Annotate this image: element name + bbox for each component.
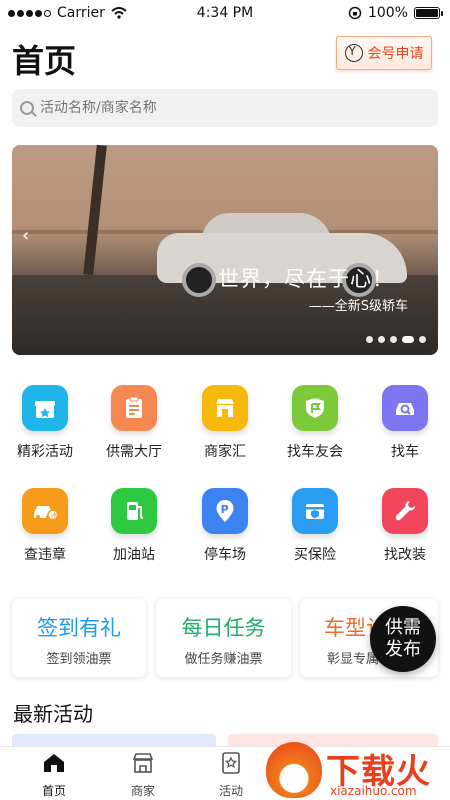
gift-box-icon (22, 385, 68, 431)
latest-activities-title: 最新活动 (13, 702, 93, 726)
task-card-title: 每日任务 (181, 616, 266, 640)
home-icon (44, 754, 64, 772)
parking-pin-icon: P (202, 488, 248, 534)
wrench-icon (382, 488, 428, 534)
page-title: 首页 (12, 42, 77, 80)
tab-activities[interactable]: 活动 (196, 751, 266, 799)
task-card-checkin[interactable]: 签到有礼 签到领油票 (12, 599, 146, 677)
banner-headline: 世界，尽在于心！ (218, 267, 394, 291)
pager-dot[interactable] (378, 336, 385, 343)
grid-label: 停车场 (204, 547, 246, 563)
status-bar: Carrier 4:34 PM 100% (0, 0, 450, 28)
grid-item-violations[interactable]: 违 查违章 (10, 488, 80, 578)
store-icon (132, 753, 154, 773)
chevron-left-icon[interactable]: ‹ (22, 225, 29, 246)
apply-club-button[interactable]: 会号申请 (336, 36, 432, 70)
banner-pager[interactable] (366, 336, 426, 343)
tab-home[interactable]: 首页 (19, 751, 89, 799)
grid-item-parking[interactable]: P 停车场 (190, 488, 260, 578)
tab-merchants[interactable]: 商家 (108, 751, 178, 799)
tab-label: 活动 (218, 784, 243, 798)
tab-label: 商家 (130, 784, 155, 798)
battery-percent: 100% (367, 5, 408, 21)
banner-car-wheel (182, 263, 216, 297)
grid-label: 商家汇 (204, 444, 246, 460)
search-bar[interactable] (12, 89, 438, 127)
pager-dot[interactable] (390, 336, 397, 343)
grid-item-merchants[interactable]: 商家汇 (190, 385, 260, 475)
tab-label: 首页 (41, 784, 66, 798)
insurance-icon (292, 488, 338, 534)
watermark-url: xiazaihuo.com (330, 784, 417, 798)
battery-icon (414, 7, 443, 19)
grid-item-modification[interactable]: 找改装 (370, 488, 440, 578)
rotation-lock-icon (348, 6, 362, 20)
grid-item-car-clubs[interactable]: 找车友会 (280, 385, 350, 475)
task-card-daily[interactable]: 每日任务 做任务赚油票 (156, 599, 291, 677)
mercedes-logo-icon (344, 44, 363, 62)
task-card-subtitle: 签到领油票 (46, 652, 112, 667)
grid-item-find-car[interactable]: 找车 (370, 385, 440, 475)
grid-label: 找车 (391, 444, 419, 460)
task-card-subtitle: 做任务赚油票 (184, 652, 263, 667)
battery-status: 100% (348, 5, 443, 21)
fuel-pump-icon (111, 488, 157, 534)
svg-text:违: 违 (51, 512, 58, 520)
grid-label: 供需大厅 (106, 444, 162, 460)
grid-item-insurance[interactable]: 买保险 (280, 488, 350, 578)
grid-label: 加油站 (113, 547, 155, 563)
publish-fab-label: 供需发布 (385, 617, 421, 660)
grid-label: 买保险 (294, 547, 336, 563)
grid-label: 精彩活动 (17, 444, 73, 460)
shop-icon (202, 385, 248, 431)
pager-dot-active[interactable] (402, 336, 414, 343)
grid-label: 查违章 (24, 547, 66, 563)
apply-club-label: 会号申请 (367, 46, 424, 62)
site-watermark: 下载火 xiazaihuo.com (262, 740, 450, 800)
pager-dot[interactable] (419, 336, 426, 343)
clipboard-icon (111, 385, 157, 431)
banner-tree (83, 145, 107, 276)
grid-item-gas-station[interactable]: 加油站 (99, 488, 169, 578)
banner-subline: ——全新S级轿车 (308, 299, 408, 314)
grid-item-activities[interactable]: 精彩活动 (10, 385, 80, 475)
pager-dot[interactable] (366, 336, 373, 343)
search-icon (20, 101, 34, 115)
svg-text:P: P (221, 503, 229, 516)
star-ticket-icon (222, 752, 240, 774)
grid-label: 找车友会 (287, 444, 343, 460)
car-search-icon (382, 385, 428, 431)
flag-shield-icon (292, 385, 338, 431)
grid-item-supply-hall[interactable]: 供需大厅 (99, 385, 169, 475)
promo-banner[interactable]: ‹ 世界，尽在于心！ ——全新S级轿车 (12, 145, 438, 355)
grid-label: 找改装 (384, 547, 426, 563)
task-card-title: 签到有礼 (37, 616, 121, 640)
publish-fab[interactable]: 供需发布 (370, 606, 436, 672)
flame-logo-icon (266, 742, 322, 798)
car-violation-icon: 违 (22, 488, 68, 534)
search-input[interactable] (40, 100, 420, 116)
